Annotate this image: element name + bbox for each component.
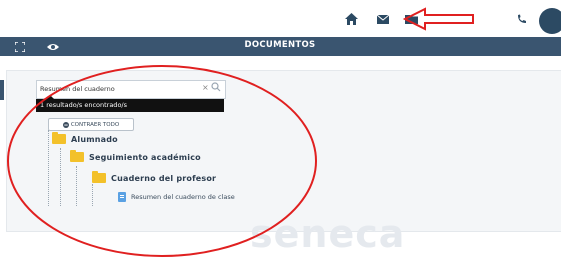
- home-icon[interactable]: [342, 10, 360, 28]
- document-icon: [118, 192, 126, 202]
- minus-circle-icon: [62, 121, 69, 128]
- collapse-all-label: CONTRAER TODO: [70, 121, 120, 128]
- watermark-logo: seneca: [250, 212, 406, 256]
- tree-node-label: Resumen del cuaderno de clase: [131, 193, 235, 201]
- page-title: DOCUMENTOS: [244, 40, 316, 50]
- eye-icon[interactable]: [45, 39, 61, 55]
- clear-search-button[interactable]: ×: [202, 83, 209, 92]
- tree-node-label: Alumnado: [71, 134, 118, 144]
- tree-guide: [60, 148, 61, 206]
- envelope-icon[interactable]: [374, 10, 392, 28]
- search-results-count: 1 resultado/s encontrado/s: [36, 99, 224, 112]
- search-input[interactable]: [40, 83, 190, 95]
- tree-guide: [76, 166, 77, 206]
- folder-icon: [70, 150, 84, 162]
- tree-guide: [92, 184, 93, 206]
- folder-icon: [92, 171, 106, 183]
- search-box: ×: [36, 80, 226, 99]
- phone-icon[interactable]: [513, 10, 531, 28]
- avatar[interactable]: [539, 8, 561, 34]
- page-header: DOCUMENTOS: [0, 37, 561, 56]
- tree-node-folder[interactable]: Seguimiento académico: [70, 150, 201, 162]
- tree-node-folder[interactable]: Alumnado: [52, 132, 118, 144]
- annotation-arrow: [403, 7, 474, 31]
- tree-node-label: Seguimiento académico: [89, 152, 201, 162]
- tree-guide: [48, 130, 49, 206]
- collapse-all-button[interactable]: CONTRAER TODO: [48, 118, 134, 131]
- side-accent: [0, 80, 4, 100]
- tree-node-label: Cuaderno del profesor: [111, 173, 217, 183]
- top-bar: [0, 0, 561, 38]
- expand-icon[interactable]: [12, 39, 28, 55]
- folder-icon: [52, 132, 66, 144]
- tree-node-folder[interactable]: Cuaderno del profesor: [92, 171, 217, 183]
- search-icon[interactable]: [211, 82, 221, 92]
- tree-node-document[interactable]: Resumen del cuaderno de clase: [118, 192, 235, 202]
